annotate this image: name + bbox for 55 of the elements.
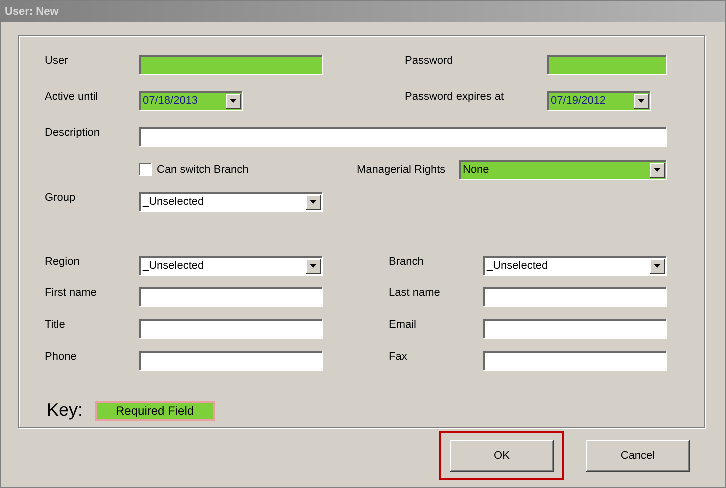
caret-icon	[310, 200, 317, 204]
date-value: 07/19/2012	[550, 95, 608, 107]
dropdown-button[interactable]	[650, 258, 665, 274]
field-label: Password expires at	[405, 91, 506, 103]
field-label: Description	[45, 127, 102, 139]
window-title: User: New	[5, 6, 59, 18]
dropdown-field[interactable]: None	[459, 160, 667, 180]
field-label: Title	[45, 319, 66, 331]
dropdown-button[interactable]	[306, 258, 321, 274]
required-field-legend: Required Field	[95, 400, 216, 420]
field-label: Phone	[45, 351, 78, 363]
input-field[interactable]	[483, 286, 667, 306]
cancel-button[interactable]: Cancel	[586, 440, 690, 472]
field-label: First name	[45, 287, 98, 299]
field-label: Email	[389, 319, 418, 331]
field-label: Managerial Rights	[357, 164, 447, 176]
dropdown-button[interactable]	[634, 94, 649, 108]
checkbox-label: Can switch Branch	[157, 164, 249, 176]
field-label: Last name	[389, 287, 442, 299]
field-label: User	[45, 55, 70, 67]
checkbox[interactable]	[139, 163, 152, 176]
dropdown-button[interactable]	[306, 194, 321, 210]
date-value: 07/18/2013	[142, 95, 200, 107]
caret-icon	[654, 264, 661, 268]
field-label: Password	[405, 55, 454, 67]
field-label: Active until	[45, 91, 100, 103]
dropdown-value: _Unselected	[142, 196, 206, 208]
caret-icon	[310, 264, 317, 268]
caret-icon	[230, 99, 237, 103]
field-label: Region	[45, 256, 81, 268]
input-field[interactable]	[139, 318, 323, 338]
date-picker[interactable]: 07/19/2012	[547, 90, 651, 110]
input-field[interactable]	[139, 126, 667, 146]
dropdown-button[interactable]	[226, 94, 241, 108]
dropdown-field[interactable]: _Unselected	[483, 256, 667, 276]
dropdown-button[interactable]	[650, 162, 665, 178]
input-field[interactable]	[547, 54, 667, 74]
input-field[interactable]	[139, 286, 323, 306]
input-field[interactable]	[139, 350, 323, 370]
field-label: Fax	[389, 351, 408, 363]
caret-icon	[638, 99, 645, 103]
ok-button[interactable]: OK	[450, 440, 554, 472]
dropdown-field[interactable]: _Unselected	[139, 192, 323, 212]
input-field[interactable]	[483, 350, 667, 370]
caret-icon	[654, 168, 661, 172]
dropdown-value: None	[462, 164, 490, 176]
key-label: Key:	[47, 400, 84, 421]
date-picker[interactable]: 07/18/2013	[139, 90, 243, 110]
input-field[interactable]	[139, 54, 323, 74]
dropdown-value: _Unselected	[486, 260, 550, 272]
dropdown-field[interactable]: _Unselected	[139, 256, 323, 276]
dropdown-value: _Unselected	[142, 260, 206, 272]
field-label: Branch	[389, 256, 425, 268]
field-label: Group	[45, 192, 77, 204]
input-field[interactable]	[483, 318, 667, 338]
